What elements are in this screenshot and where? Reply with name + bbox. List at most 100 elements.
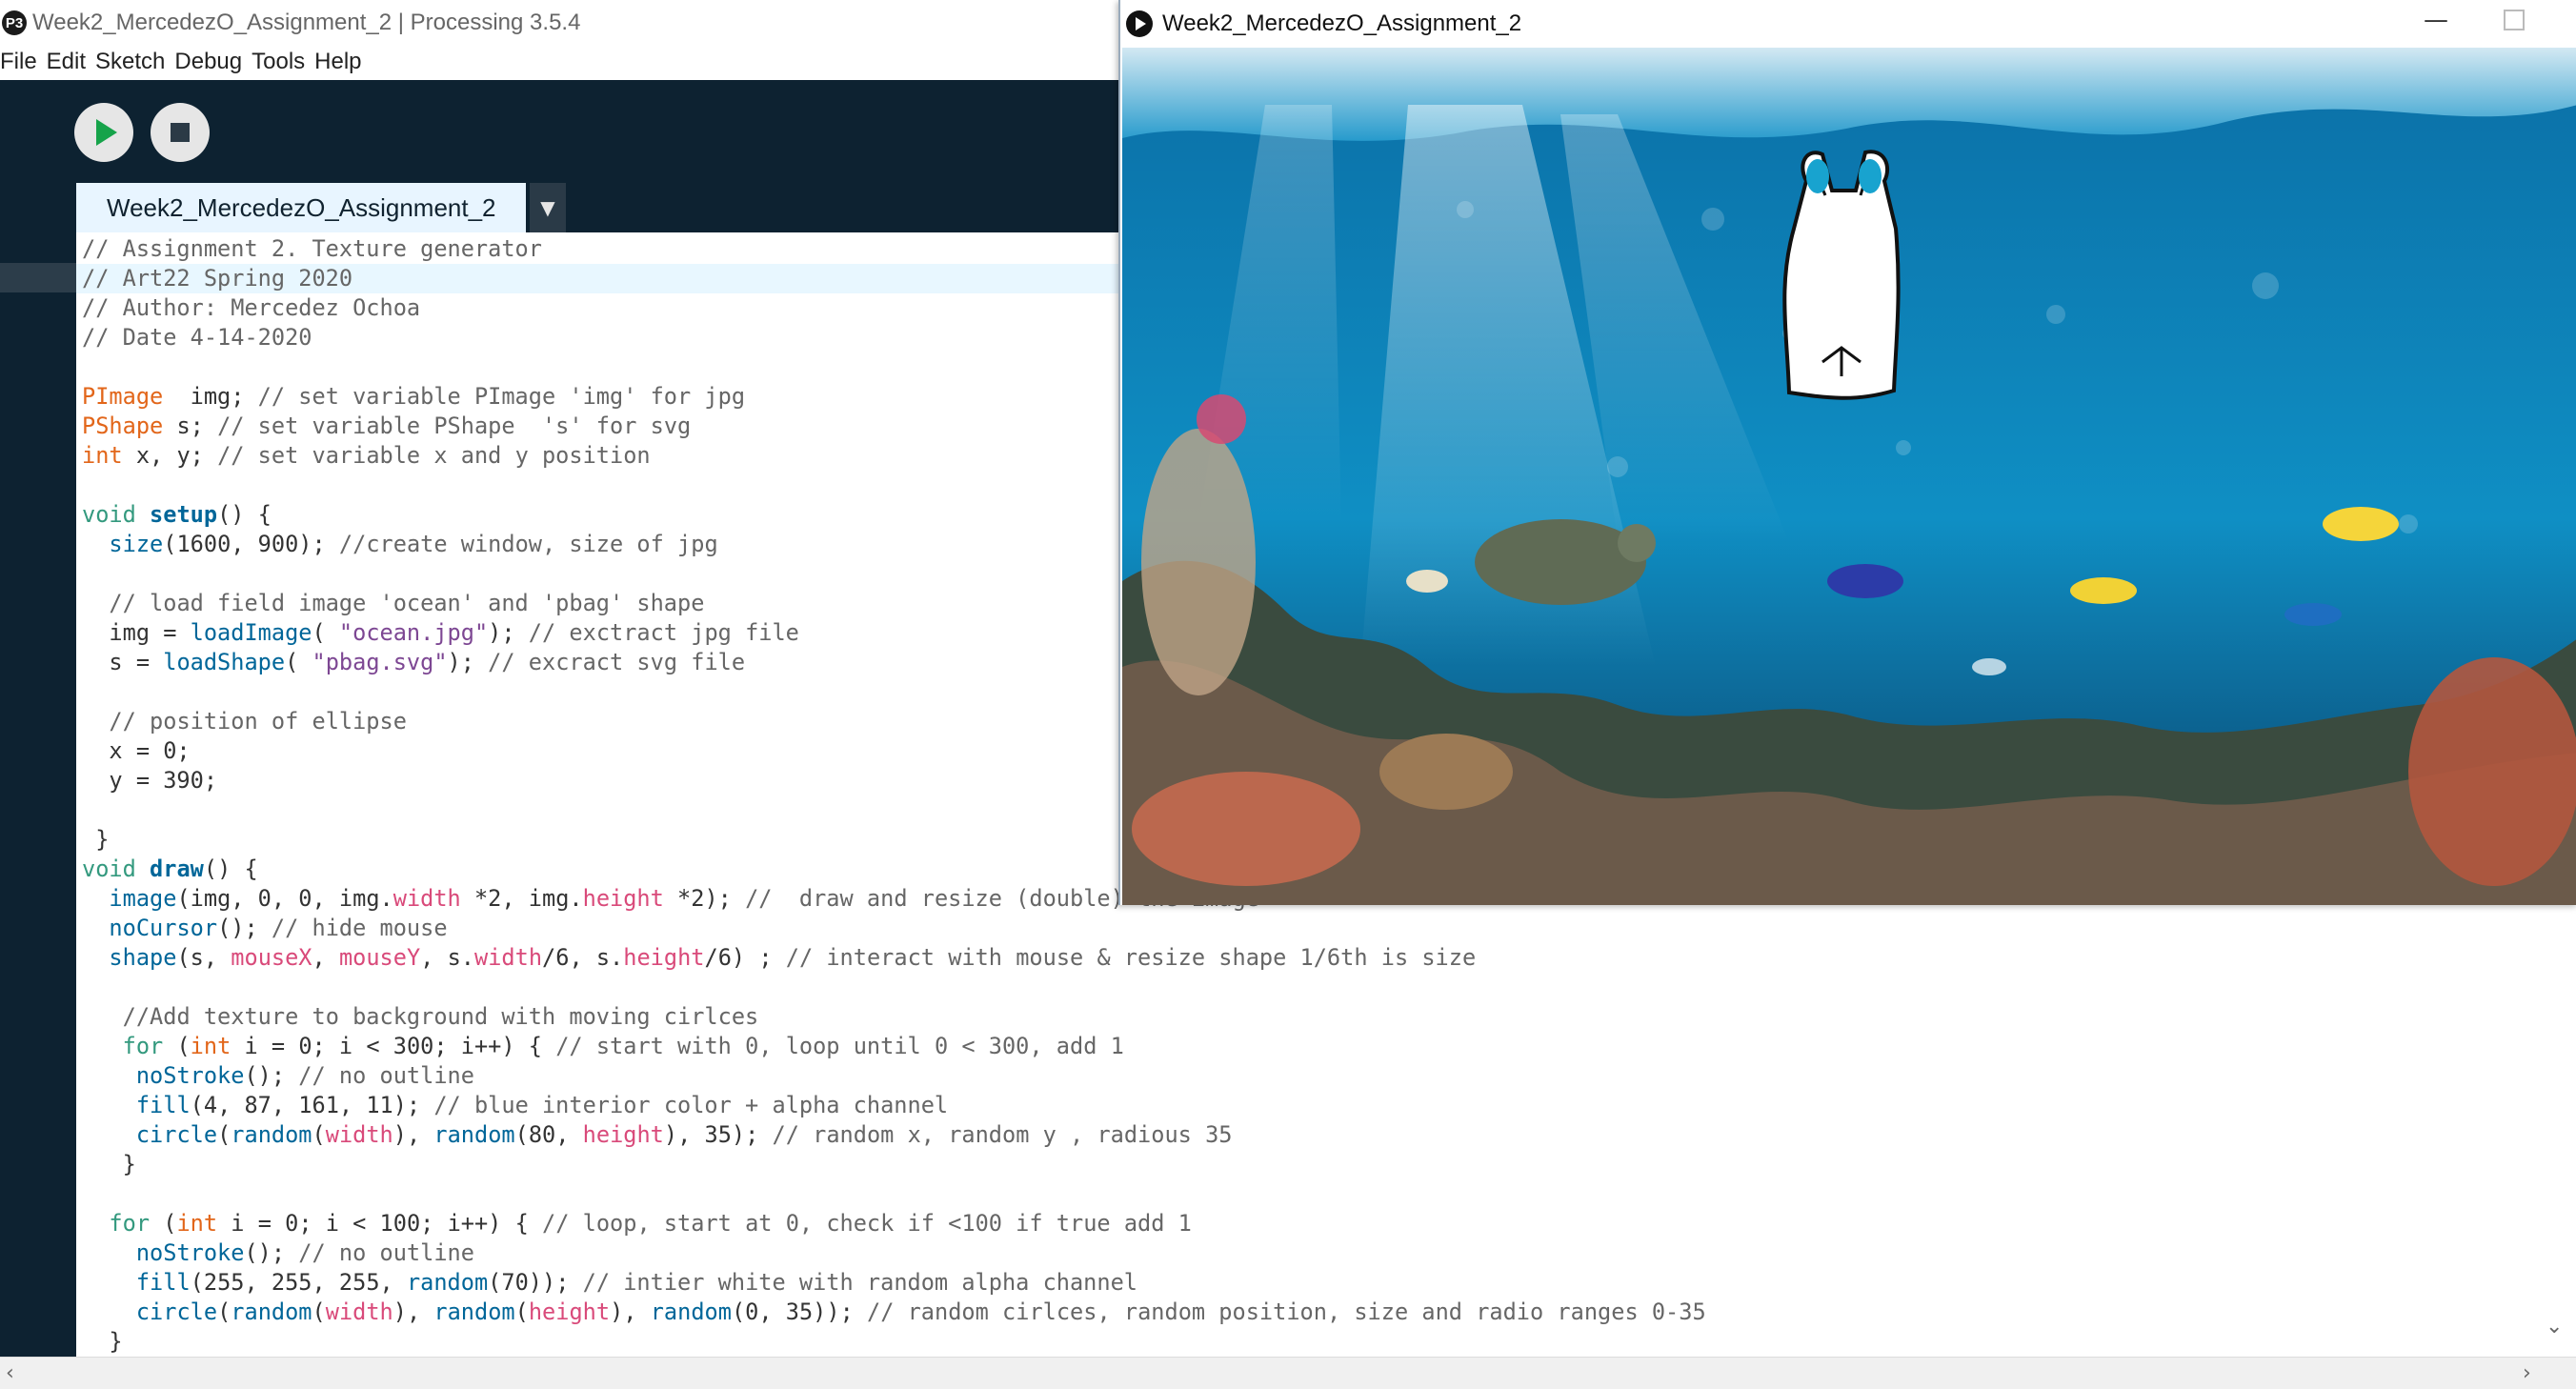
code-token: img; — [163, 383, 258, 410]
code-text: int x, y; // set variable x and y positi… — [82, 441, 651, 471]
code-token: , — [312, 944, 339, 971]
code-line[interactable]: 27 //Add texture to background with movi… — [76, 1002, 2553, 1032]
code-token: random — [433, 1298, 515, 1325]
code-line[interactable]: 37 circle(random(width), random(height),… — [76, 1298, 2553, 1327]
code-line[interactable]: 28 for (int i = 0; i < 300; i++) { // st… — [76, 1032, 2553, 1061]
code-text: image(img, 0, 0, img.width *2, img.heigh… — [82, 884, 1258, 914]
minimize-icon[interactable]: — — [2424, 6, 2448, 34]
menu-help[interactable]: Help — [314, 49, 361, 75]
fish-stripe — [1406, 570, 1448, 593]
code-line[interactable]: 25 shape(s, mouseX, mouseY, s.width/6, s… — [76, 943, 2553, 973]
play-icon — [96, 119, 117, 146]
code-token: width — [474, 944, 543, 971]
sketch-canvas[interactable] — [1122, 48, 2576, 905]
code-token: i = 0; i < 100; i++) { — [217, 1210, 543, 1237]
tab-menu-button[interactable]: ▼ — [530, 183, 566, 232]
code-line[interactable]: 33 — [76, 1179, 2553, 1209]
code-token: // random cirlces, random position, size… — [866, 1298, 1706, 1325]
code-token: // Date 4-14-2020 — [82, 324, 312, 351]
code-text: fill(255, 255, 255, random(70)); // inti… — [82, 1268, 1137, 1298]
fish-blue-2 — [2284, 603, 2342, 626]
code-token: (); — [244, 1239, 299, 1266]
turtle-shell — [1475, 519, 1646, 605]
code-token: (0, 35)); — [731, 1298, 867, 1325]
code-token: height — [582, 1121, 664, 1148]
menu-sketch[interactable]: Sketch — [95, 49, 165, 75]
code-token: } — [82, 1151, 136, 1178]
code-line[interactable]: 35 noStroke(); // no outline — [76, 1238, 2553, 1268]
code-token: i = 0; i < 300; i++) { — [231, 1033, 556, 1059]
code-token: //Add texture to background with moving … — [122, 1003, 759, 1030]
code-token: (s, — [176, 944, 231, 971]
code-token: // blue interior color + alpha channel — [433, 1092, 949, 1118]
code-token: ( — [163, 1033, 191, 1059]
code-token: random — [650, 1298, 732, 1325]
code-text: } — [82, 1327, 122, 1357]
code-token: setup — [150, 501, 218, 528]
code-token: random — [433, 1121, 515, 1148]
scroll-down-icon[interactable]: ⌄ — [2546, 1315, 2563, 1339]
code-token: ), — [392, 1121, 434, 1148]
code-line[interactable]: 32 } — [76, 1150, 2553, 1179]
menu-file[interactable]: File — [0, 49, 37, 75]
code-text: } — [82, 825, 109, 855]
code-token: shape — [109, 944, 177, 971]
code-token: noCursor — [109, 915, 218, 941]
code-token: // hide mouse — [271, 915, 448, 941]
tab-sketch-file[interactable]: Week2_MercedezO_Assignment_2 — [76, 183, 526, 232]
code-token: (4, 87, 161, 11); — [190, 1092, 434, 1118]
code-token: ( — [217, 1298, 231, 1325]
menu-edit[interactable]: Edit — [47, 49, 86, 75]
scroll-left-icon[interactable]: ‹ — [6, 1361, 14, 1385]
line-number-gutter — [0, 232, 76, 1357]
tab-label: Week2_MercedezO_Assignment_2 — [107, 192, 496, 222]
code-token: } — [82, 826, 110, 853]
code-line[interactable]: 34 for (int i = 0; i < 100; i++) { // lo… — [76, 1209, 2553, 1238]
code-token: noStroke — [135, 1239, 245, 1266]
chevron-down-icon: ▼ — [540, 196, 555, 219]
code-token: // Art22 Spring 2020 — [82, 265, 353, 292]
run-button[interactable] — [74, 103, 133, 162]
scroll-right-icon[interactable]: › — [2523, 1361, 2531, 1385]
code-token: ), — [392, 1298, 434, 1325]
code-line[interactable]: 24 noCursor(); // hide mouse — [76, 914, 2553, 943]
horizontal-scrollbar[interactable]: ‹ › — [0, 1357, 2576, 1389]
code-token: // exctract jpg file — [528, 619, 799, 646]
code-line[interactable]: 30 fill(4, 87, 161, 11); // blue interio… — [76, 1091, 2553, 1120]
code-text: void setup() { — [82, 500, 272, 530]
code-token: fill — [135, 1092, 191, 1118]
processing-logo-icon: P3 — [2, 10, 27, 35]
code-text: y = 390; — [82, 766, 217, 795]
fish-blue — [1827, 564, 1903, 598]
fish-yellow — [2070, 577, 2137, 604]
fish-small — [1972, 658, 2006, 675]
code-line[interactable]: 38 } — [76, 1327, 2553, 1357]
code-token: image — [109, 885, 177, 912]
code-line[interactable]: 31 circle(random(width), random(80, heig… — [76, 1120, 2553, 1150]
code-token: s = — [82, 649, 164, 675]
maximize-icon[interactable] — [2504, 10, 2525, 30]
code-line[interactable]: 36 fill(255, 255, 255, random(70)); // i… — [76, 1268, 2553, 1298]
code-token: for — [122, 1033, 164, 1059]
code-token: // Author: Mercedez Ochoa — [82, 294, 421, 321]
code-token: void — [82, 501, 136, 528]
code-token: (255, 255, 255, — [190, 1269, 407, 1296]
code-line[interactable]: 29 noStroke(); // no outline — [76, 1061, 2553, 1091]
code-token: ); — [447, 649, 489, 675]
code-text: // Assignment 2. Texture generator — [82, 234, 542, 264]
code-token: // random x, random y , radious 35 — [772, 1121, 1233, 1148]
code-token: , s. — [420, 944, 474, 971]
code-line[interactable]: 26 — [76, 973, 2553, 1002]
stop-button[interactable] — [151, 103, 210, 162]
menu-debug[interactable]: Debug — [174, 49, 242, 75]
code-token: int — [190, 1033, 231, 1059]
ocean-scene — [1122, 48, 2576, 905]
code-token: "pbag.svg" — [312, 649, 448, 675]
menu-tools[interactable]: Tools — [252, 49, 305, 75]
